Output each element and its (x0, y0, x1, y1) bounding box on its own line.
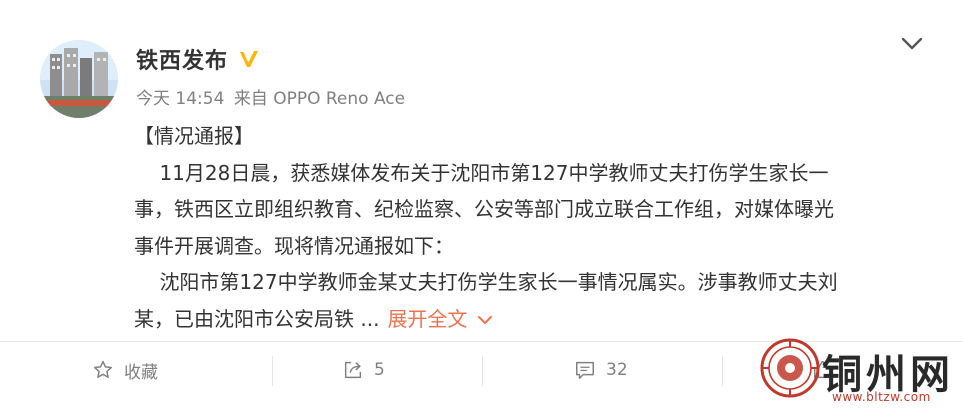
body-line: 某，已由沈阳市公安局铁 ... (134, 306, 380, 331)
watermark-url: www.bltzw.com (832, 390, 931, 404)
repost-count: 5 (374, 360, 385, 380)
body-line: 事件开展调查。现将情况通报如下： (134, 233, 454, 258)
chevron-down-icon (901, 37, 923, 50)
favorite-label: 收藏 (124, 362, 158, 383)
post-time[interactable]: 今天 14:54 (136, 89, 224, 109)
body-line: 11月28日晨，获悉媒体发布关于沈阳市第127中学教师丈夫打伤学生家长一 (134, 160, 829, 185)
comment-icon (576, 361, 594, 379)
body-line: 沈阳市第127中学教师金某丈夫打伤学生家长一事情况属实。涉事教师丈夫刘 (134, 270, 838, 294)
post-source: 来自 OPPO Reno Ace (233, 89, 406, 109)
post-meta: 今天 14:54 来自 OPPO Reno Ace (136, 84, 405, 109)
body-line: 【情况通报】 (134, 124, 254, 148)
share-icon (344, 361, 362, 379)
body-line: 事，铁西区立即组织教育、纪检监察、公安等部门成立联合工作组，对媒体曝光 (134, 197, 834, 221)
comment-button[interactable]: 32 (574, 342, 628, 398)
expand-label: 展开全文 (387, 306, 468, 331)
post-menu-button[interactable] (900, 34, 924, 54)
star-icon (94, 360, 112, 378)
favorite-button[interactable]: 收藏 (92, 342, 158, 398)
post-body: 【情况通报】 11月28日晨，获悉媒体发布关于沈阳市第127中学教师丈夫打伤学生… (134, 118, 924, 337)
repost-button[interactable]: 5 (342, 342, 385, 398)
site-watermark: 铜州网 www.bltzw.com (756, 336, 963, 408)
watermark-seal-logo (760, 338, 820, 398)
expand-full-text-link[interactable]: 展开全文 (387, 307, 493, 331)
author-row: 铁西发布 (136, 42, 260, 76)
verified-v-icon (238, 48, 260, 70)
chevron-down-icon (478, 316, 493, 324)
comment-count: 32 (606, 360, 628, 380)
action-separator (272, 356, 273, 386)
body-line-last: 某，已由沈阳市公安局铁 ... 展开全文 (134, 301, 924, 338)
action-separator (482, 356, 483, 386)
author-name[interactable]: 铁西发布 (136, 43, 228, 75)
weibo-post-card: 铁西发布 今天 14:54 来自 OPPO Reno Ace 【情况通报】 11… (0, 0, 963, 408)
author-avatar[interactable] (40, 40, 118, 118)
avatar-image (40, 40, 118, 118)
action-separator (722, 356, 723, 386)
